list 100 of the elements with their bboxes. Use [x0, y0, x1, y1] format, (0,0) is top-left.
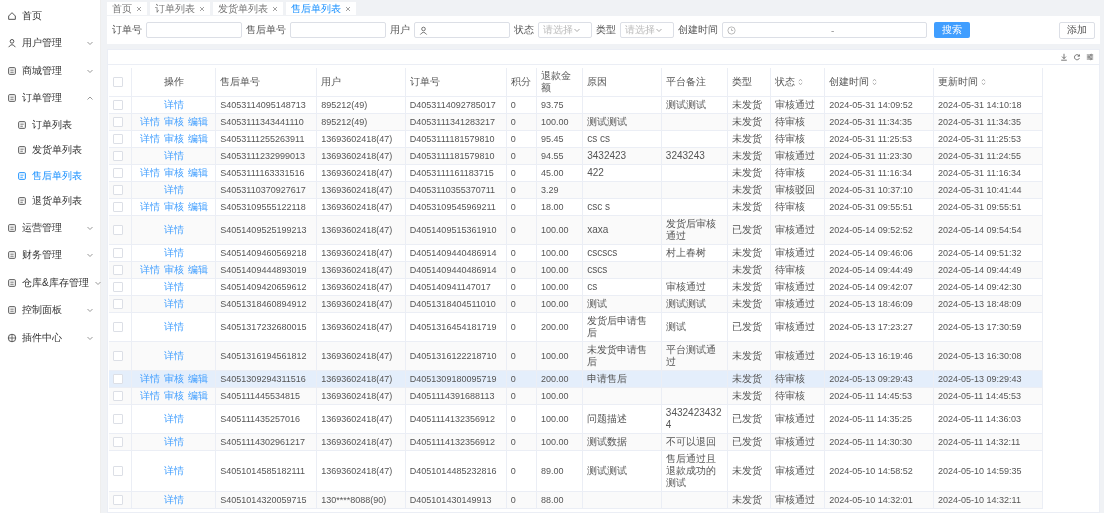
- row-checkbox[interactable]: [113, 374, 123, 385]
- close-icon[interactable]: [199, 5, 205, 12]
- select-all-checkbox[interactable]: [113, 77, 123, 88]
- row-checkbox[interactable]: [113, 202, 123, 213]
- action-link[interactable]: 审核: [163, 133, 184, 145]
- row-checkbox[interactable]: [113, 265, 123, 276]
- action-link[interactable]: 详情: [163, 494, 184, 506]
- close-icon[interactable]: [136, 5, 142, 12]
- filter-label: 状态: [514, 23, 534, 37]
- row-checkbox[interactable]: [113, 299, 123, 310]
- action-link[interactable]: 详情: [139, 116, 160, 128]
- table-cell: D4053111161183715: [409, 168, 494, 178]
- action-link[interactable]: 详情: [139, 201, 160, 213]
- row-checkbox[interactable]: [113, 151, 123, 162]
- row-checkbox[interactable]: [113, 248, 123, 259]
- sort-icon[interactable]: [872, 78, 878, 86]
- action-link[interactable]: 审核: [163, 373, 184, 385]
- sidebar-item[interactable]: 运营管理: [0, 214, 100, 242]
- table-cell: 审核通过: [774, 281, 815, 292]
- sidebar-item[interactable]: 财务管理: [0, 241, 100, 269]
- action-link[interactable]: 审核: [163, 264, 184, 276]
- row-checkbox[interactable]: [113, 495, 123, 506]
- sidebar-item[interactable]: 仓库&库存管理: [0, 269, 100, 297]
- page-tab[interactable]: 售后单列表: [286, 2, 356, 15]
- table-cell: 待审核: [774, 264, 805, 275]
- action-link[interactable]: 审核: [163, 116, 184, 128]
- action-link[interactable]: 详情: [139, 373, 160, 385]
- row-checkbox[interactable]: [113, 185, 123, 196]
- page-tab[interactable]: 发货单列表: [213, 2, 283, 15]
- action-link[interactable]: 编辑: [187, 264, 208, 276]
- sidebar-item[interactable]: 控制面板: [0, 296, 100, 324]
- page-tab[interactable]: 首页: [107, 2, 147, 15]
- action-link[interactable]: 详情: [163, 150, 184, 162]
- action-link[interactable]: 审核: [163, 201, 184, 213]
- sidebar-item[interactable]: 订单管理: [0, 84, 100, 112]
- action-link[interactable]: 详情: [163, 247, 184, 259]
- row-checkbox[interactable]: [113, 414, 123, 425]
- action-link[interactable]: 详情: [163, 99, 184, 111]
- sidebar-item[interactable]: 商城管理: [0, 57, 100, 85]
- table-cell: 895212(49): [321, 117, 368, 127]
- sidebar-subitem[interactable]: 发货单列表: [0, 137, 100, 163]
- sidebar-subitem[interactable]: 退货单列表: [0, 188, 100, 214]
- action-link[interactable]: 编辑: [187, 373, 208, 385]
- select-field[interactable]: 请选择: [538, 22, 592, 38]
- sidebar-item[interactable]: 用户管理: [0, 29, 100, 57]
- add-button[interactable]: 添加: [1059, 21, 1095, 39]
- sidebar-item[interactable]: 首页: [0, 2, 100, 30]
- action-link[interactable]: 编辑: [187, 167, 208, 179]
- select-field[interactable]: 请选择: [620, 22, 674, 38]
- sidebar-item[interactable]: 插件中心: [0, 324, 100, 352]
- input-field[interactable]: [146, 22, 242, 38]
- table-cell: 测试测试: [587, 465, 628, 476]
- download-icon[interactable]: [1060, 53, 1068, 61]
- action-link[interactable]: 编辑: [187, 116, 208, 128]
- row-checkbox[interactable]: [113, 322, 123, 333]
- sidebar-subitem[interactable]: 售后单列表: [0, 163, 100, 189]
- action-link[interactable]: 详情: [163, 281, 184, 293]
- action-link[interactable]: 详情: [163, 184, 184, 196]
- row-checkbox[interactable]: [113, 282, 123, 293]
- action-link[interactable]: 审核: [163, 390, 184, 402]
- action-link[interactable]: 详情: [163, 436, 184, 448]
- input-field[interactable]: [290, 22, 386, 38]
- row-checkbox[interactable]: [113, 391, 123, 402]
- row-checkbox[interactable]: [113, 100, 123, 111]
- refresh-icon[interactable]: [1073, 53, 1081, 61]
- close-icon[interactable]: [345, 5, 351, 12]
- row-checkbox[interactable]: [113, 134, 123, 145]
- sort-icon[interactable]: [981, 78, 986, 86]
- action-link[interactable]: 编辑: [187, 201, 208, 213]
- action-link[interactable]: 详情: [163, 298, 184, 310]
- table-cell: cscscs: [587, 247, 618, 258]
- action-link[interactable]: 详情: [163, 413, 184, 425]
- action-link[interactable]: 详情: [163, 224, 184, 236]
- sort-icon[interactable]: [797, 78, 803, 86]
- action-link[interactable]: 审核: [163, 167, 184, 179]
- table-cell: D405140941147017: [409, 282, 491, 292]
- action-link[interactable]: 详情: [139, 133, 160, 145]
- page-tab[interactable]: 订单列表: [150, 2, 210, 15]
- table-cell: 13693602418(47): [321, 151, 393, 161]
- row-checkbox[interactable]: [113, 437, 123, 448]
- action-link[interactable]: 详情: [163, 321, 184, 333]
- action-link[interactable]: 详情: [163, 465, 184, 477]
- row-checkbox[interactable]: [113, 466, 123, 477]
- user-field[interactable]: [414, 22, 510, 38]
- settings-icon[interactable]: [1086, 53, 1094, 61]
- row-checkbox[interactable]: [113, 168, 123, 179]
- action-link[interactable]: 详情: [139, 167, 160, 179]
- action-link[interactable]: 详情: [163, 350, 184, 362]
- action-link[interactable]: 编辑: [187, 133, 208, 145]
- sidebar-subitem[interactable]: 订单列表: [0, 112, 100, 138]
- row-checkbox[interactable]: [113, 225, 123, 236]
- row-checkbox[interactable]: [113, 351, 123, 362]
- search-button[interactable]: 搜索: [934, 22, 970, 38]
- row-checkbox[interactable]: [113, 117, 123, 128]
- date-range-field[interactable]: -: [722, 22, 927, 38]
- action-link[interactable]: 详情: [139, 264, 160, 276]
- action-link[interactable]: 编辑: [187, 390, 208, 402]
- close-icon[interactable]: [272, 5, 278, 12]
- chevron-icon: [86, 306, 94, 315]
- action-link[interactable]: 详情: [139, 390, 160, 402]
